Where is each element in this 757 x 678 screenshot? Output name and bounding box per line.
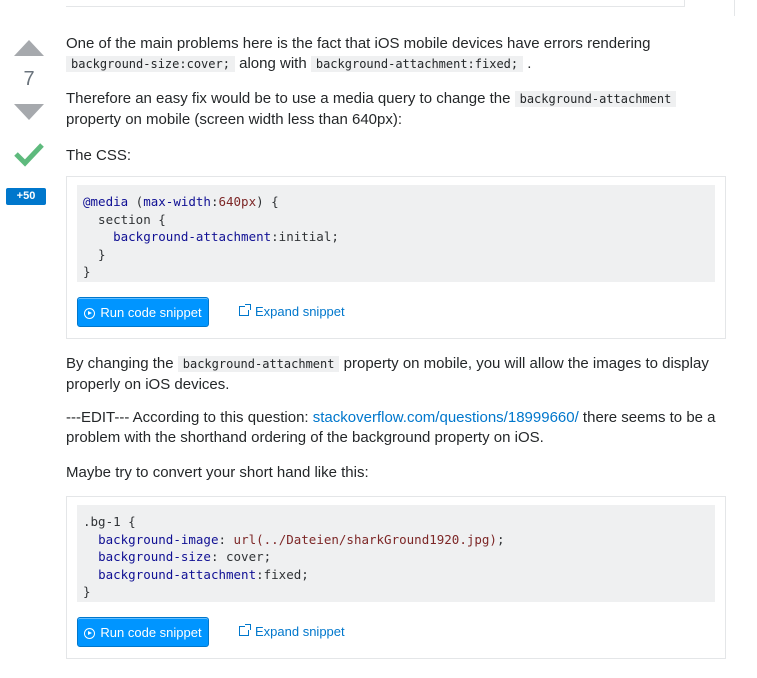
paragraph-1: One of the main problems here is the fac… (66, 35, 651, 72)
expand-snippet-link[interactable]: Expand snippet (239, 297, 345, 327)
inline-code: background-size:cover; (66, 55, 235, 72)
code-snippet: .bg-1 { background-image: url(../Dateien… (66, 496, 726, 659)
paragraph-5: ---EDIT--- According to this question: s… (66, 409, 716, 446)
play-circle-icon (84, 308, 96, 319)
paragraph-2: Therefore an easy fix would be to use a … (66, 89, 726, 129)
paragraph-6: Maybe try to convert your short hand lik… (66, 464, 369, 481)
external-link-icon (239, 304, 251, 316)
play-circle-icon (84, 628, 96, 639)
vote-count: 7 (23, 68, 35, 90)
question-link[interactable]: stackoverflow.com/questions/18999660/ (313, 409, 579, 426)
code-block[interactable]: @media (max-width:640px) { section { bac… (77, 185, 715, 282)
previous-comment-border (66, 0, 685, 7)
inline-code: background-attachment (514, 91, 677, 107)
previous-comment-divider (734, 0, 735, 16)
expand-snippet-link[interactable]: Expand snippet (239, 617, 345, 647)
arrow-up-icon[interactable] (14, 40, 44, 56)
inline-code: background-attachment:fixed; (310, 55, 524, 72)
checkmark-icon (14, 140, 44, 168)
paragraph-3: The CSS: (66, 147, 132, 164)
external-link-icon (239, 624, 251, 636)
arrow-down-icon[interactable] (14, 104, 44, 120)
bounty-badge[interactable]: +50 (6, 188, 46, 205)
code-snippet: @media (max-width:640px) { section { bac… (66, 176, 726, 339)
run-code-snippet-button[interactable]: Run code snippet (77, 617, 209, 647)
paragraph-4: By changing the background-attachment pr… (66, 355, 709, 393)
run-code-snippet-button[interactable]: Run code snippet (77, 297, 209, 327)
code-block[interactable]: .bg-1 { background-image: url(../Dateien… (77, 505, 715, 602)
inline-code: background-attachment (177, 356, 340, 372)
